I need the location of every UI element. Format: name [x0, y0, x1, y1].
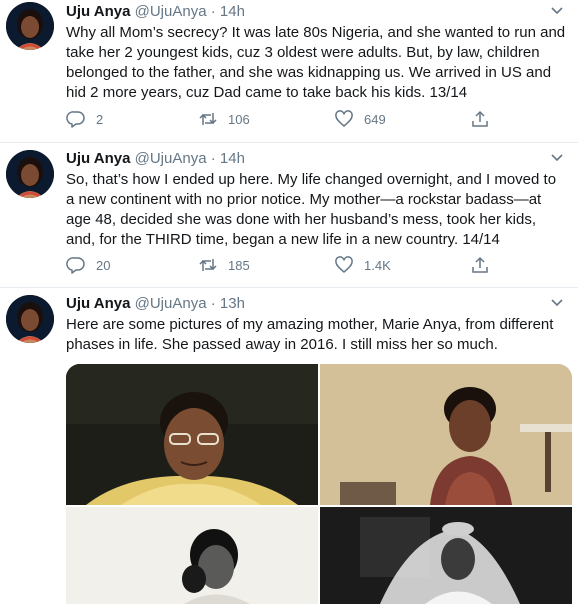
share-icon	[472, 256, 488, 273]
avatar[interactable]	[6, 150, 54, 198]
author-handle[interactable]: @UjuAnya	[135, 295, 207, 312]
reply-button[interactable]: 2	[66, 108, 103, 130]
photo-4[interactable]	[320, 507, 572, 604]
author-name[interactable]: Uju Anya	[66, 150, 130, 167]
chevron-down-icon[interactable]	[550, 298, 564, 308]
author-name[interactable]: Uju Anya	[66, 3, 130, 20]
heart-icon	[335, 256, 353, 273]
like-count: 1.4K	[364, 257, 391, 273]
retweet-count: 185	[228, 257, 250, 273]
tweet-text: Why all Mom’s secrecy? It was late 80s N…	[66, 24, 566, 101]
retweet-icon	[199, 259, 217, 271]
reply-icon	[66, 257, 85, 274]
tweet-actions: 2 106 649	[66, 108, 506, 130]
retweet-button[interactable]: 185	[198, 254, 250, 276]
retweet-count: 106	[228, 111, 250, 127]
reply-icon	[66, 111, 85, 128]
tweet-13-of-14[interactable]: Uju Anya @UjuAnya · 14h Why all Mom’s se…	[0, 0, 578, 143]
tweet-actions: 20 185 1.4K	[66, 254, 506, 276]
reply-count: 2	[96, 111, 104, 127]
share-icon	[472, 110, 488, 127]
reply-count: 20	[96, 257, 111, 273]
avatar[interactable]	[6, 2, 54, 50]
chevron-down-icon[interactable]	[550, 6, 564, 16]
separator-dot: ·	[210, 295, 216, 312]
separator-dot: ·	[210, 3, 216, 20]
tweet-body: Uju Anya @UjuAnya · 13h Here are some pi…	[66, 294, 568, 355]
timestamp[interactable]: 14h	[220, 150, 245, 167]
timestamp[interactable]: 13h	[220, 295, 245, 312]
tweet-14-of-14[interactable]: Uju Anya @UjuAnya · 14h So, that’s how I…	[0, 143, 578, 288]
tweet-header: Uju Anya @UjuAnya · 14h	[66, 2, 568, 22]
like-button[interactable]: 1.4K	[334, 254, 391, 276]
tweet-body: Uju Anya @UjuAnya · 14h So, that’s how I…	[66, 149, 568, 250]
heart-icon	[335, 110, 353, 127]
tweet-header: Uju Anya @UjuAnya · 13h	[66, 294, 568, 314]
retweet-icon	[199, 113, 217, 125]
photo-3[interactable]	[66, 507, 318, 604]
tweet-photos[interactable]: Uju Anya @UjuAnya · 13h Here are some pi…	[0, 288, 578, 604]
author-handle[interactable]: @UjuAnya	[135, 150, 207, 167]
like-button[interactable]: 649	[334, 108, 386, 130]
timestamp[interactable]: 14h	[220, 3, 245, 20]
share-button[interactable]	[470, 254, 490, 276]
tweet-header: Uju Anya @UjuAnya · 14h	[66, 149, 568, 169]
avatar[interactable]	[6, 295, 54, 343]
like-count: 649	[364, 111, 386, 127]
chevron-down-icon[interactable]	[550, 153, 564, 163]
photo-1[interactable]	[66, 364, 318, 505]
separator-dot: ·	[210, 150, 216, 167]
share-button[interactable]	[470, 108, 490, 130]
tweet-text: Here are some pictures of my amazing mot…	[66, 316, 554, 353]
author-name[interactable]: Uju Anya	[66, 295, 130, 312]
retweet-button[interactable]: 106	[198, 108, 250, 130]
reply-button[interactable]: 20	[66, 254, 110, 276]
tweet-body: Uju Anya @UjuAnya · 14h Why all Mom’s se…	[66, 2, 568, 103]
photo-2[interactable]	[320, 364, 572, 505]
tweet-text: So, that’s how I ended up here. My life …	[66, 171, 557, 248]
photo-grid	[66, 364, 572, 604]
author-handle[interactable]: @UjuAnya	[135, 3, 207, 20]
